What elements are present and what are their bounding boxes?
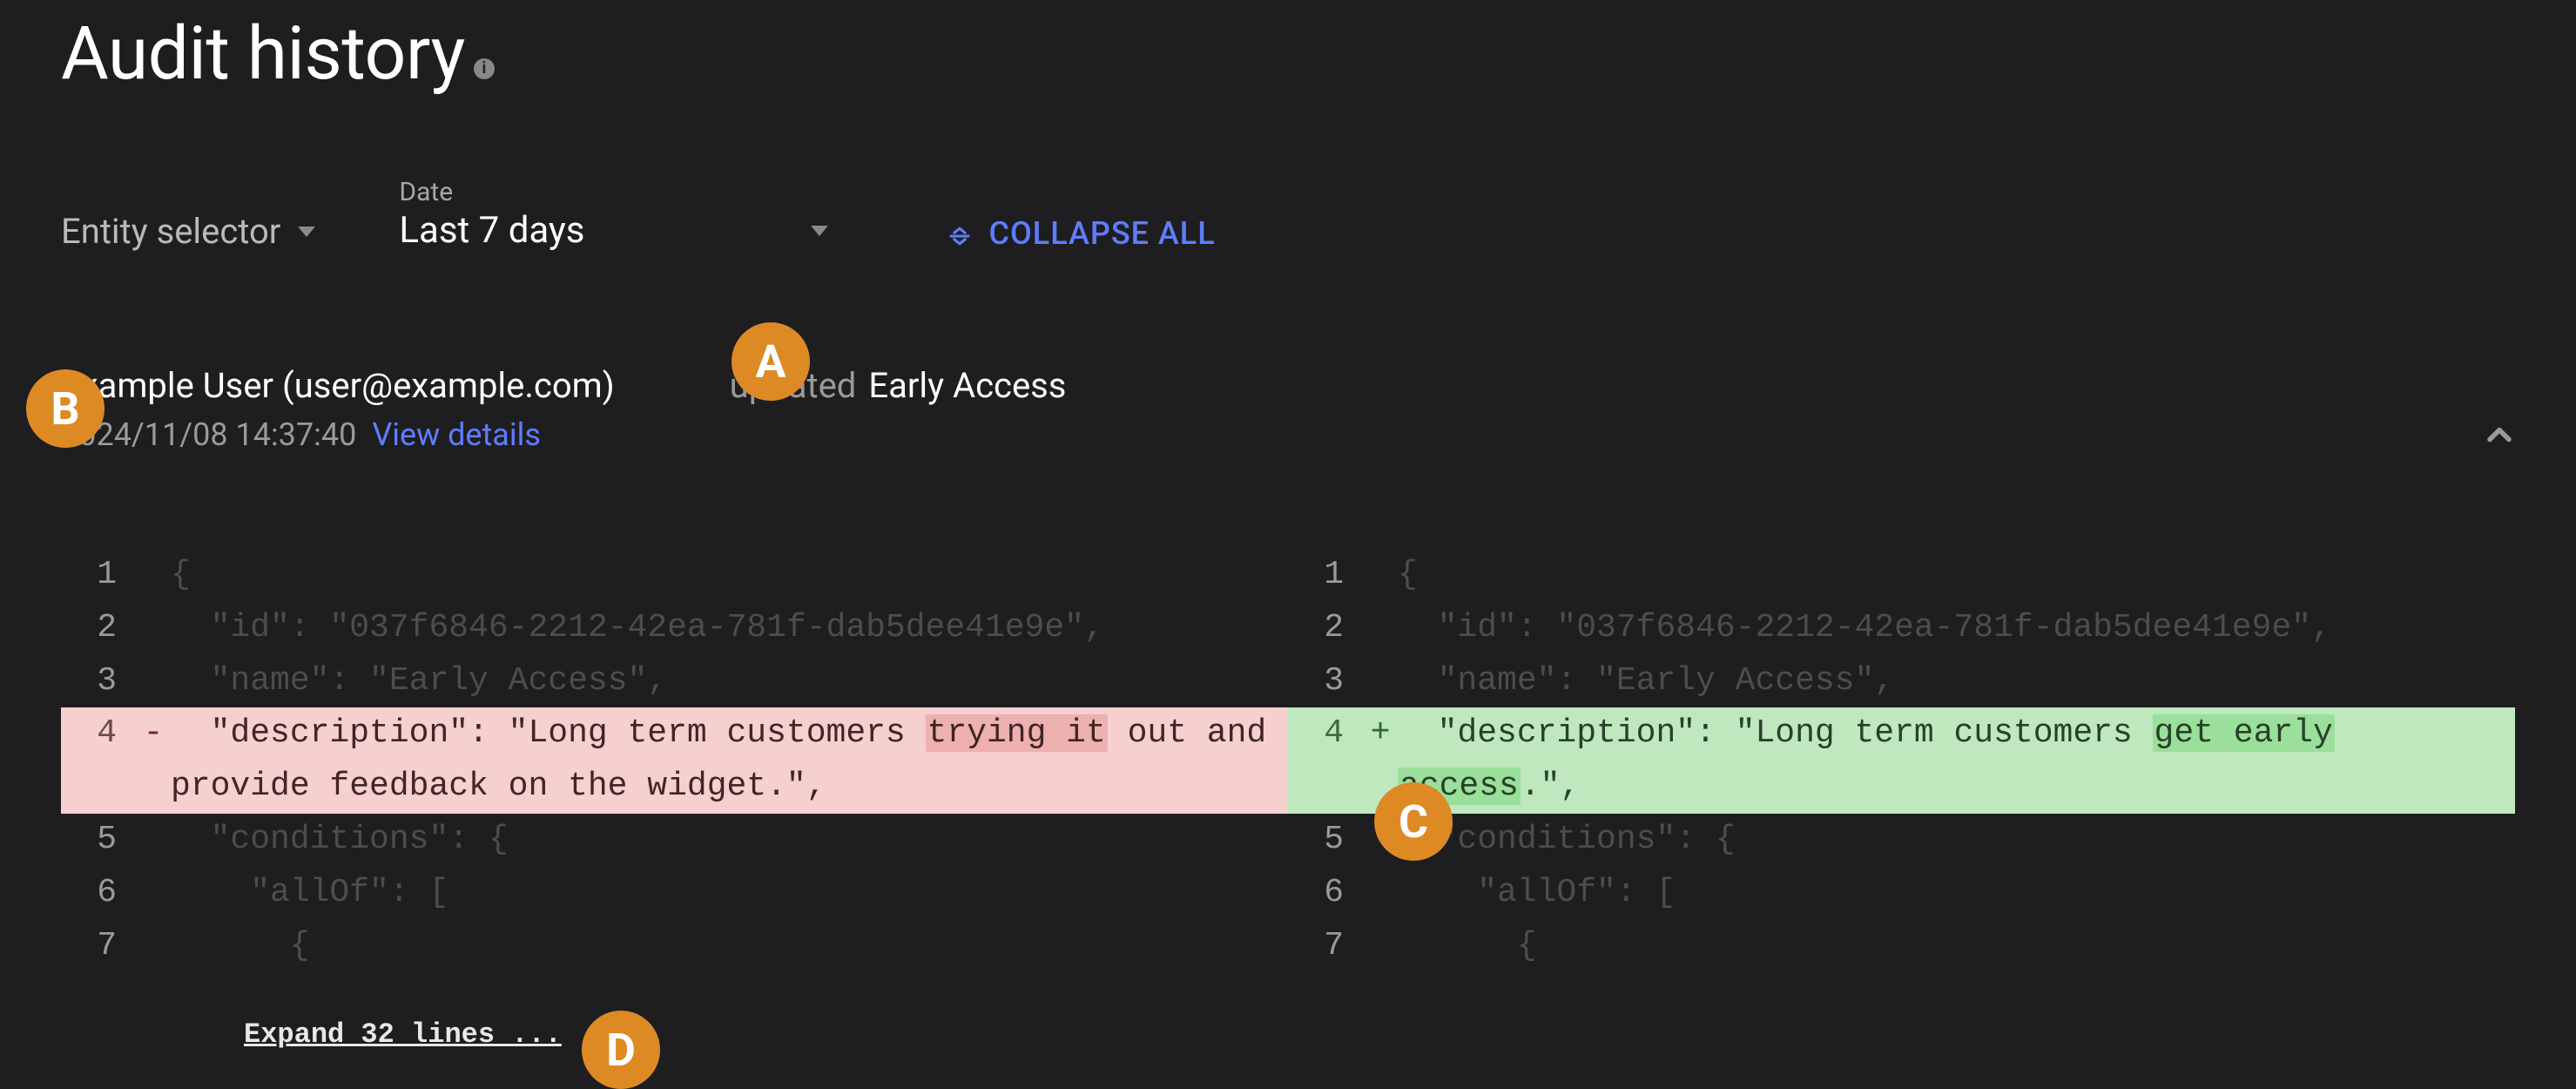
diff-line: 3 "name": "Early Access", — [1288, 655, 2515, 708]
diff-line: 7 { — [61, 920, 1288, 973]
collapse-all-button[interactable]: COLLAPSE ALL — [947, 215, 1215, 252]
line-number: 4 — [61, 707, 136, 761]
diff-after-column: 1{2 "id": "037f6846-2212-42ea-781f-dab5d… — [1288, 549, 2515, 972]
view-details-link[interactable]: View details — [372, 416, 541, 453]
diff-line: 4- "description": "Long term customers t… — [61, 707, 1288, 814]
code-text: "name": "Early Access", — [171, 655, 1288, 708]
line-number: 4 — [1288, 707, 1363, 761]
collapse-icon — [947, 220, 973, 247]
diff-sign: - — [136, 707, 171, 761]
code-text: "id": "037f6846-2212-42ea-781f-dab5dee41… — [171, 602, 1288, 655]
code-text: "conditions": { — [1398, 814, 2515, 867]
diff-line: 1{ — [1288, 549, 2515, 602]
page-title: Audit history — [61, 10, 465, 97]
diff-line: 6 "allOf": [ — [61, 867, 1288, 920]
caret-down-icon — [811, 226, 828, 236]
annotation-badge-c: C — [1374, 782, 1453, 861]
diff-sign: + — [1363, 707, 1398, 761]
line-number: 5 — [1288, 814, 1363, 867]
caret-down-icon — [298, 227, 315, 237]
diff-line: 2 "id": "037f6846-2212-42ea-781f-dab5dee… — [1288, 602, 2515, 655]
annotation-badge-d: D — [582, 1011, 660, 1089]
line-number: 3 — [1288, 655, 1363, 708]
line-number: 7 — [1288, 920, 1363, 973]
line-number: 3 — [61, 655, 136, 708]
entity-selector-label: Entity selector — [61, 211, 280, 252]
diff-before-column: 1{2 "id": "037f6846-2212-42ea-781f-dab5d… — [61, 549, 1288, 972]
code-text: "id": "037f6846-2212-42ea-781f-dab5dee41… — [1398, 602, 2515, 655]
line-number: 7 — [61, 920, 136, 973]
code-text: { — [171, 549, 1288, 602]
entry-target: Early Access — [868, 365, 1066, 406]
code-text: "description": "Long term customers tryi… — [171, 707, 1288, 814]
diff-line: 7 { — [1288, 920, 2515, 973]
diff-line: 5 "conditions": { — [61, 814, 1288, 867]
date-filter-dropdown[interactable]: Last 7 days — [399, 209, 828, 252]
diff-line: 3 "name": "Early Access", — [61, 655, 1288, 708]
diff-view: 1{2 "id": "037f6846-2212-42ea-781f-dab5d… — [61, 549, 2515, 1058]
diff-line: 2 "id": "037f6846-2212-42ea-781f-dab5dee… — [61, 602, 1288, 655]
date-filter-value: Last 7 days — [399, 209, 584, 252]
line-number: 6 — [1288, 867, 1363, 920]
date-filter-label: Date — [399, 177, 828, 207]
diff-line: 5 "conditions": { — [1288, 814, 2515, 867]
line-number: 5 — [61, 814, 136, 867]
line-number: 6 — [61, 867, 136, 920]
diff-line: 4+ "description": "Long term customers g… — [1288, 707, 2515, 814]
line-number: 1 — [61, 549, 136, 602]
chevron-up-icon[interactable] — [2480, 416, 2519, 454]
entity-selector-dropdown[interactable]: Entity selector — [61, 211, 315, 252]
collapse-all-label: COLLAPSE ALL — [988, 215, 1215, 252]
code-text: "conditions": { — [171, 814, 1288, 867]
line-number: 2 — [1288, 602, 1363, 655]
diff-line: 1{ — [61, 549, 1288, 602]
code-text: { — [1398, 920, 2515, 973]
entry-timestamp: 2024/11/08 14:37:40 — [61, 416, 356, 453]
annotation-badge-a: A — [732, 322, 810, 401]
code-text: "description": "Long term customers get … — [1398, 707, 2515, 814]
code-text: { — [171, 920, 1288, 973]
code-text: "name": "Early Access", — [1398, 655, 2515, 708]
info-icon[interactable]: i — [474, 58, 495, 79]
diff-line: 6 "allOf": [ — [1288, 867, 2515, 920]
code-text: "allOf": [ — [1398, 867, 2515, 920]
entry-user: Example User (user@example.com) — [61, 365, 615, 406]
annotation-badge-b: B — [26, 369, 105, 448]
line-number: 1 — [1288, 549, 1363, 602]
line-number: 2 — [61, 602, 136, 655]
code-text: "allOf": [ — [171, 867, 1288, 920]
code-text: { — [1398, 549, 2515, 602]
audit-entry: Example User (user@example.com) updated … — [61, 365, 2515, 1058]
